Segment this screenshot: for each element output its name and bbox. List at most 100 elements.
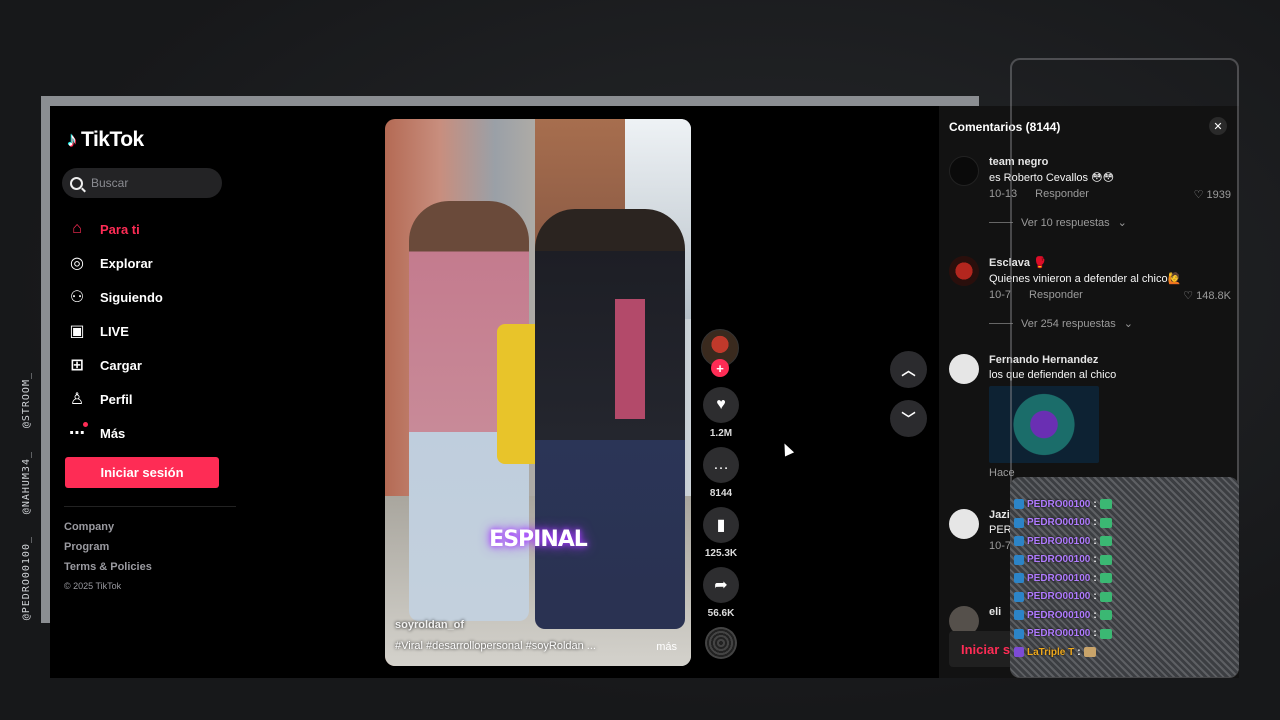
more-description-link[interactable]: más: [656, 641, 677, 653]
view-replies-label: Ver 254 respuestas: [1021, 317, 1116, 330]
footer-link-company[interactable]: Company: [64, 521, 152, 533]
chat-username: PEDRO00100: [1027, 572, 1091, 584]
comments-title: Comentarios (8144): [949, 120, 1061, 134]
footer-link-terms[interactable]: Terms & Policies: [64, 561, 152, 573]
avatar[interactable]: [949, 156, 979, 186]
music-disc-icon[interactable]: [705, 627, 737, 659]
sidebar-item-perfil[interactable]: ♙ Perfil: [66, 382, 163, 416]
tiktok-window: ♪ TikTok Buscar ⌂ Para ti ◎ Explorar ⚇ S…: [50, 106, 939, 678]
comment-gif-image[interactable]: [989, 386, 1099, 463]
emote-icon: [1099, 499, 1112, 510]
copyright-text: © 2025 TikTok: [64, 581, 122, 591]
comment-action: … 8144: [701, 447, 741, 499]
sidebar-item-siguiendo[interactable]: ⚇ Siguiendo: [66, 280, 163, 314]
sidebar-item-explorar[interactable]: ◎ Explorar: [66, 246, 163, 280]
comment-item: Fernando Hernandez los que defienden al …: [949, 354, 1231, 479]
share-arrow-icon[interactable]: ➦: [703, 567, 739, 603]
video-scene: [615, 299, 645, 419]
logo-text: TikTok: [81, 128, 144, 151]
divider: [989, 222, 1013, 223]
footer-link-program[interactable]: Program: [64, 541, 152, 553]
heart-icon[interactable]: ♥: [703, 387, 739, 423]
chat-separator: :: [1093, 498, 1097, 510]
sidebar-item-cargar[interactable]: ⊞ Cargar: [66, 348, 163, 382]
subscriber-badge-icon: [1014, 610, 1024, 621]
sidebar-item-label: Siguiendo: [100, 289, 163, 305]
subscriber-badge-icon: [1014, 536, 1024, 547]
streamer-watermark: @PEDRO00100_ @NAHUM34_ @STROOM_: [16, 350, 36, 620]
chat-separator: :: [1093, 535, 1097, 547]
comment-date: 10-7: [989, 540, 1012, 552]
search-input[interactable]: Buscar: [91, 176, 128, 190]
close-icon[interactable]: ✕: [1209, 117, 1227, 135]
emote-icon: [1099, 591, 1112, 602]
reply-button[interactable]: Responder: [1035, 188, 1089, 200]
sidebar-item-label: Explorar: [100, 255, 153, 271]
divider: [989, 323, 1013, 324]
comment-text: Quienes vinieron a defender al chico🙋: [989, 273, 1182, 285]
video-player[interactable]: ESPINAL soyroldan_of #Viral #desarrollop…: [385, 119, 691, 666]
video-person: [535, 209, 685, 629]
chat-message: PEDRO00100:: [1014, 606, 1233, 625]
sidebar-item-mas[interactable]: ⋯ Más: [66, 416, 163, 450]
bookmark-icon[interactable]: ▮: [703, 507, 739, 543]
chat-separator: :: [1077, 646, 1081, 658]
reply-button[interactable]: Responder: [1029, 289, 1083, 301]
emote-icon: [1099, 610, 1112, 621]
login-button[interactable]: Iniciar sesión: [65, 457, 219, 488]
watermark-text: @PEDRO00100_: [20, 535, 32, 620]
chevron-down-icon: ⌄: [1123, 318, 1134, 330]
chevron-up-icon: ︿: [901, 361, 916, 378]
emote-icon: [1099, 517, 1112, 528]
chat-username: PEDRO00100: [1027, 554, 1091, 566]
subscriber-badge-icon: [1014, 554, 1024, 565]
next-video-button[interactable]: ﹀: [890, 400, 927, 437]
chat-separator: :: [1093, 572, 1097, 584]
sidebar-item-label: Para ti: [100, 221, 140, 237]
tiktok-logo[interactable]: ♪ TikTok: [67, 128, 144, 152]
subscriber-badge-icon: [1014, 517, 1024, 528]
previous-video-button[interactable]: ︿: [890, 351, 927, 388]
watermark-text: @STROOM_: [20, 372, 32, 429]
sidebar-item-para-ti[interactable]: ⌂ Para ti: [66, 212, 163, 246]
divider: [64, 506, 236, 507]
save-count: 125.3K: [704, 548, 738, 559]
comment-text: es Roberto Cevallos 😳😳: [989, 172, 1115, 184]
save-action: ▮ 125.3K: [701, 507, 741, 559]
avatar[interactable]: [949, 354, 979, 384]
video-hashtags[interactable]: #Viral #desarrollopersonal #soyRoldan ..…: [395, 640, 596, 652]
comment-like-count: 1939: [1206, 189, 1231, 201]
action-bar: + ♥ 1.2M … 8144 ▮ 125.3K ➦ 56.6K: [701, 329, 741, 659]
comment-date: 10-13: [989, 188, 1018, 200]
comment-like-count: 148.8K: [1196, 290, 1231, 302]
comment-author[interactable]: team negro: [989, 156, 1231, 168]
chat-username: PEDRO00100: [1027, 628, 1091, 640]
comment-like[interactable]: ♡ 1939: [1194, 188, 1231, 201]
comment-author[interactable]: Esclava 🥊: [989, 256, 1231, 269]
more-dots-icon: ⋯: [66, 422, 88, 444]
compass-icon: ◎: [70, 255, 84, 272]
comment-author[interactable]: Fernando Hernandez: [989, 354, 1231, 366]
watermark-text: @NAHUM34_: [20, 450, 32, 514]
view-replies-button[interactable]: Ver 10 respuestas ⌄: [989, 216, 1231, 229]
emote-icon: [1099, 554, 1112, 565]
creator-avatar-wrap: +: [701, 329, 739, 377]
comment-date: 10-7: [989, 289, 1012, 301]
comment-like[interactable]: ♡ 148.8K: [1183, 289, 1231, 302]
subscriber-badge-icon: [1014, 573, 1024, 584]
view-replies-button[interactable]: Ver 254 respuestas ⌄: [989, 317, 1231, 330]
comment-bubble-icon[interactable]: …: [703, 447, 739, 483]
avatar[interactable]: [949, 509, 979, 539]
comment-date: Hace: [989, 467, 1015, 479]
video-author[interactable]: soyroldan_of: [395, 619, 464, 631]
search-bar[interactable]: Buscar: [62, 168, 222, 198]
emote-icon: [1083, 647, 1096, 658]
subscriber-badge-icon: [1014, 647, 1024, 658]
chat-message: PEDRO00100:: [1014, 588, 1233, 607]
follow-plus-icon[interactable]: +: [711, 359, 729, 377]
like-count: 1.2M: [709, 428, 733, 439]
subscriber-badge-icon: [1014, 591, 1024, 602]
chat-separator: :: [1093, 609, 1097, 621]
sidebar-item-live[interactable]: ▣ LIVE: [66, 314, 163, 348]
avatar[interactable]: [949, 256, 979, 286]
